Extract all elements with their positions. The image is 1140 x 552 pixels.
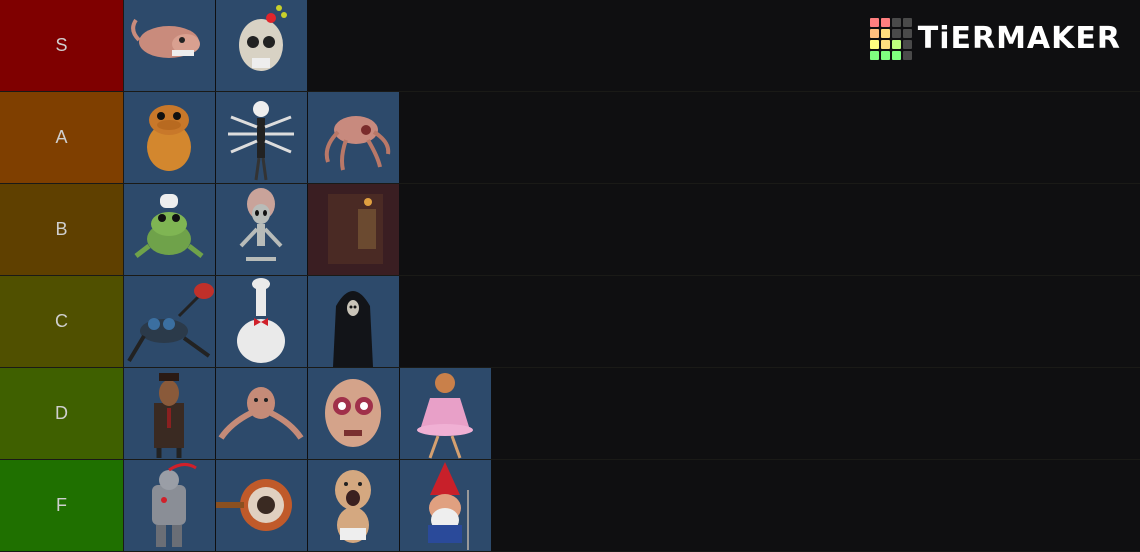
orange-duck-creature-icon[interactable] (124, 92, 215, 183)
tier-items-f[interactable] (124, 460, 1140, 551)
big-bald-face-icon[interactable] (308, 368, 399, 459)
tier-items-a[interactable] (124, 92, 1140, 183)
old-man-suit-icon[interactable] (124, 368, 215, 459)
skull-with-flowers-icon[interactable] (216, 0, 307, 91)
frog-chef-icon[interactable] (124, 184, 215, 275)
tier-items-b[interactable] (124, 184, 1140, 275)
tier-label-c: C (0, 276, 123, 367)
grey-alien-meditating-icon[interactable] (216, 184, 307, 275)
screaming-baby-icon[interactable] (308, 460, 399, 551)
mechanical-eye-icon[interactable] (216, 460, 307, 551)
armored-knight-icon[interactable] (124, 460, 215, 551)
squid-creature-icon[interactable] (124, 0, 215, 91)
tier-row-d: D (0, 368, 1140, 459)
tier-label-a: A (0, 92, 123, 183)
crawling-long-arm-creature-icon[interactable] (216, 368, 307, 459)
tier-label-b: B (0, 184, 123, 275)
tier-row-f: F (0, 460, 1140, 551)
tiermaker-logo-text: TiERMAKER (917, 21, 1121, 56)
tier-row-b: B (0, 184, 1140, 275)
tiermaker-logo[interactable]: TiERMAKER (869, 18, 1121, 60)
tier-label-s: S (0, 0, 123, 91)
tiermaker-logo-grid-icon (869, 18, 912, 60)
tier-label-d: D (0, 368, 123, 459)
flesh-spider-head-icon[interactable] (308, 92, 399, 183)
white-chicken-bowtie-icon[interactable] (216, 276, 307, 367)
tier-label-f: F (0, 460, 123, 551)
dark-hooded-ghost-icon[interactable] (308, 276, 399, 367)
white-spider-skeleton-icon[interactable] (216, 92, 307, 183)
tier-items-c[interactable] (124, 276, 1140, 367)
tier-row-c: C (0, 276, 1140, 367)
tier-row-a: A (0, 92, 1140, 183)
pink-dress-doll-icon[interactable] (400, 368, 491, 459)
tier-list-board: SABCDF TiERMAKER (0, 0, 1140, 552)
mosquito-machine-icon[interactable] (124, 276, 215, 367)
dark-red-room-icon[interactable] (308, 184, 399, 275)
tier-items-d[interactable] (124, 368, 1140, 459)
angry-gnome-icon[interactable] (400, 460, 491, 551)
